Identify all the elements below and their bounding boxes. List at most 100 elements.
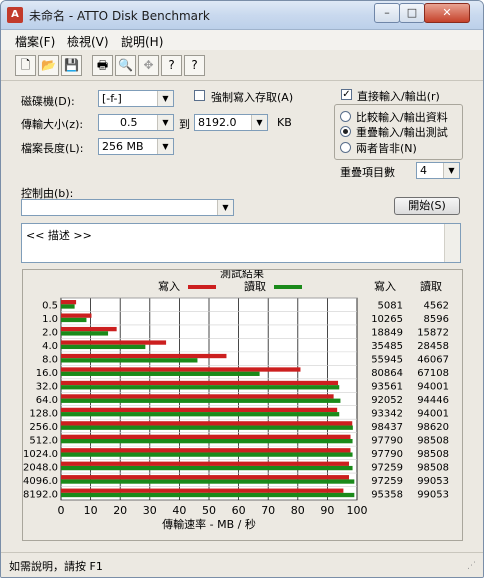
legend-write-swatch bbox=[188, 285, 216, 289]
queue-depth-value: 4 bbox=[420, 164, 427, 177]
bar-read bbox=[61, 438, 353, 444]
radio-overlap-label: 重疊輸入/輸出測試 bbox=[356, 126, 448, 139]
start-button[interactable]: 開始(S) bbox=[394, 197, 460, 215]
transfer-from-value: 0.5 bbox=[120, 116, 138, 129]
menu-file[interactable]: 檔案(F) bbox=[15, 33, 55, 50]
y-tick-label: 256.0 bbox=[29, 422, 58, 433]
file-length-select[interactable]: 256 MB ▼ bbox=[98, 138, 174, 155]
transfer-to-select[interactable]: 8192.0 ▼ bbox=[194, 114, 268, 131]
value-write: 35485 bbox=[371, 341, 403, 352]
drive-select[interactable]: [-f-] ▼ bbox=[98, 90, 174, 107]
to-label: 到 bbox=[179, 118, 190, 131]
value-write: 98437 bbox=[371, 422, 403, 433]
bar-write bbox=[61, 448, 351, 453]
value-write: 93561 bbox=[371, 382, 403, 393]
new-file-icon[interactable]: 🗋 bbox=[15, 55, 36, 76]
value-read: 46067 bbox=[417, 355, 449, 366]
bar-write bbox=[61, 353, 227, 359]
value-read: 94446 bbox=[417, 395, 449, 406]
bar-write bbox=[61, 434, 351, 439]
move-icon[interactable]: ✥ bbox=[138, 55, 159, 76]
radio-compare-label: 比較輸入/輸出資料 bbox=[356, 111, 448, 124]
x-tick-label: 50 bbox=[202, 504, 216, 517]
x-tick-label: 70 bbox=[261, 504, 275, 517]
app-window: A 未命名 - ATTO Disk Benchmark – □ ✕ 檔案(F) … bbox=[0, 0, 484, 578]
y-tick-label: 1.0 bbox=[42, 314, 58, 325]
drive-value: [-f-] bbox=[102, 92, 122, 105]
chevron-down-icon[interactable]: ▼ bbox=[443, 163, 459, 178]
file-length-label: 檔案長度(L): bbox=[21, 142, 84, 155]
x-axis-label: 傳輸速率 - MB / 秒 bbox=[162, 517, 256, 531]
close-button[interactable]: ✕ bbox=[424, 3, 470, 23]
value-read: 28458 bbox=[417, 341, 449, 352]
value-write: 97790 bbox=[371, 435, 403, 446]
bar-write bbox=[61, 394, 334, 399]
value-write: 93342 bbox=[371, 408, 403, 419]
print-icon[interactable]: 🖶 bbox=[92, 55, 113, 76]
save-icon[interactable]: 💾 bbox=[61, 55, 82, 76]
description-scrollbar[interactable] bbox=[444, 224, 460, 262]
bar-read bbox=[61, 412, 340, 417]
bar-read bbox=[61, 425, 353, 430]
bar-read bbox=[61, 479, 355, 484]
bar-write bbox=[61, 488, 344, 493]
chevron-down-icon[interactable]: ▼ bbox=[157, 139, 173, 154]
radio-overlap[interactable] bbox=[340, 126, 351, 137]
chevron-down-icon[interactable]: ▼ bbox=[217, 200, 233, 215]
bar-write bbox=[61, 340, 167, 345]
value-write: 18849 bbox=[371, 328, 403, 339]
x-tick-label: 40 bbox=[172, 504, 186, 517]
minimize-button[interactable]: – bbox=[374, 3, 400, 23]
drive-label: 磁碟機(D): bbox=[21, 95, 75, 108]
transfer-from-select[interactable]: 0.5 ▼ bbox=[98, 114, 174, 131]
value-read: 67108 bbox=[417, 368, 449, 379]
menu-bar: 檔案(F) 檢視(V) 說明(H) bbox=[1, 30, 483, 50]
force-write-checkbox[interactable] bbox=[194, 90, 205, 101]
x-tick-label: 0 bbox=[58, 504, 65, 517]
y-tick-label: 16.0 bbox=[36, 368, 58, 379]
description-textarea[interactable]: << 描述 >> bbox=[21, 223, 461, 263]
transfer-to-value: 8192.0 bbox=[198, 116, 237, 129]
queue-depth-select[interactable]: 4 ▼ bbox=[416, 162, 460, 179]
bar-read bbox=[61, 317, 87, 323]
x-tick-label: 10 bbox=[84, 504, 98, 517]
value-write: 92052 bbox=[371, 395, 403, 406]
controlled-by-select[interactable]: ▼ bbox=[21, 199, 234, 216]
open-folder-icon[interactable]: 📂 bbox=[38, 55, 59, 76]
resize-grip-icon[interactable]: ⋰ bbox=[467, 561, 476, 571]
chevron-down-icon[interactable]: ▼ bbox=[157, 91, 173, 106]
context-help-icon[interactable]: ? bbox=[184, 55, 205, 76]
value-write: 10265 bbox=[371, 314, 403, 325]
start-button-label: 開始(S) bbox=[408, 199, 446, 212]
bar-read bbox=[61, 344, 146, 350]
bar-read bbox=[61, 465, 353, 471]
bar-write bbox=[61, 367, 301, 372]
maximize-button[interactable]: □ bbox=[399, 3, 425, 23]
y-tick-label: 512.0 bbox=[29, 435, 58, 446]
radio-compare[interactable] bbox=[340, 111, 351, 122]
help-icon[interactable]: ? bbox=[161, 55, 182, 76]
col-header-write: 寫入 bbox=[374, 279, 396, 293]
radio-neither-label: 兩者皆非(N) bbox=[356, 142, 417, 155]
bar-write bbox=[61, 461, 350, 466]
results-panel: 測試結果 寫入 讀取 寫入 讀取 0 10 20 30 40 50 60 70 80 90 100 傳輸速率 -… bbox=[22, 266, 463, 541]
bar-write bbox=[61, 380, 339, 386]
bar-read bbox=[61, 398, 341, 403]
radio-neither[interactable] bbox=[340, 142, 351, 153]
value-read: 94001 bbox=[417, 408, 449, 419]
print-preview-icon[interactable]: 🔍 bbox=[115, 55, 136, 76]
direct-io-checkbox[interactable]: ✓ bbox=[341, 89, 352, 100]
bar-write bbox=[61, 421, 353, 426]
y-tick-label: 2048.0 bbox=[23, 462, 58, 473]
bar-read bbox=[61, 385, 340, 390]
description-text: << 描述 >> bbox=[26, 229, 92, 242]
chevron-down-icon[interactable]: ▼ bbox=[251, 115, 267, 130]
y-tick-label: 64.0 bbox=[36, 395, 58, 406]
menu-help[interactable]: 說明(H) bbox=[121, 33, 163, 50]
chevron-down-icon[interactable]: ▼ bbox=[157, 115, 173, 130]
value-read: 94001 bbox=[417, 382, 449, 393]
value-read: 98508 bbox=[417, 449, 449, 460]
menu-view[interactable]: 檢視(V) bbox=[67, 33, 109, 50]
bar-read bbox=[61, 492, 355, 498]
bar-write bbox=[61, 300, 77, 305]
